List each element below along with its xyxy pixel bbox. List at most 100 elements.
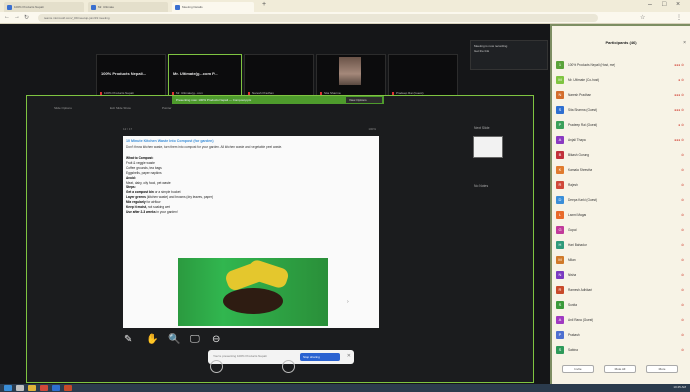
participant-row[interactable]: A Anil Rana (Guest) ⊘ bbox=[556, 315, 686, 326]
avatar: K bbox=[556, 166, 564, 174]
star-icon[interactable]: ☆ bbox=[640, 14, 645, 21]
powerpoint-icon[interactable] bbox=[64, 385, 72, 391]
participant-status-icons[interactable]: ⊘ bbox=[681, 198, 684, 202]
participant-row[interactable]: L Laxmi Magar ⊘ bbox=[556, 210, 686, 221]
participant-status-icons[interactable]: ⊘ bbox=[681, 183, 684, 187]
participant-row[interactable]: N Nisha ⊘ bbox=[556, 270, 686, 281]
new-tab-icon[interactable]: + bbox=[262, 1, 266, 8]
zoom-out-icon[interactable]: ⊖ bbox=[212, 334, 220, 345]
slide-line-text: or a simple bucket bbox=[153, 190, 181, 195]
participant-status-icons[interactable]: ●●● ⊘ bbox=[674, 93, 684, 97]
participant-tile[interactable]: Sita Sharma bbox=[316, 54, 386, 98]
participant-row[interactable]: R Ramesh Adhikari ⊘ bbox=[556, 285, 686, 296]
participant-row[interactable]: S Sunita ⊘ bbox=[556, 300, 686, 311]
pen-icon[interactable]: ✎ bbox=[124, 334, 132, 345]
minimize-icon[interactable]: – bbox=[648, 1, 652, 8]
participant-status-icons[interactable]: ⊘ bbox=[681, 348, 684, 352]
participant-status-icons[interactable]: ●●● ⊘ bbox=[674, 138, 684, 142]
slide-line-text: (kitchen waste) and browns (dry leaves, … bbox=[145, 195, 214, 200]
participant-row[interactable]: M Mr. Ultimate (Co-host) ● ⊘ bbox=[556, 75, 686, 86]
participant-status-icons[interactable]: ⊘ bbox=[681, 333, 684, 337]
participant-status-icons[interactable]: ⊘ bbox=[681, 303, 684, 307]
close-panel-icon[interactable]: × bbox=[683, 40, 686, 46]
participant-row[interactable]: 1 100% Products Nepali (Host, me) ●●● ⊘ bbox=[556, 60, 686, 71]
close-window-icon[interactable]: × bbox=[676, 1, 680, 8]
next-slide-thumbnail[interactable] bbox=[473, 136, 503, 158]
maximize-icon[interactable]: □ bbox=[662, 1, 666, 8]
close-icon[interactable]: ✕ bbox=[347, 353, 351, 359]
notification-link[interactable]: Get the link bbox=[474, 49, 544, 54]
participant-status-icons[interactable]: ⊘ bbox=[681, 168, 684, 172]
participant-status-icons[interactable]: ⊘ bbox=[681, 318, 684, 322]
participant-status-icons[interactable]: ⊘ bbox=[681, 213, 684, 217]
participant-row[interactable]: M Milan ⊘ bbox=[556, 255, 686, 266]
participant-status-icons[interactable]: ● ⊘ bbox=[678, 78, 684, 82]
view-options-button[interactable]: View Options bbox=[346, 97, 382, 103]
avatar: M bbox=[556, 76, 564, 84]
forward-icon[interactable]: → bbox=[14, 14, 20, 20]
url-field[interactable]: teams.microsoft.com/_#/l/meetup-join/19:… bbox=[38, 14, 598, 22]
participant-status-icons[interactable]: ⊘ bbox=[681, 153, 684, 157]
participant-tile[interactable]: Naresh Pradhan bbox=[244, 54, 314, 98]
mute-all-button[interactable]: Mute All bbox=[604, 365, 636, 373]
participant-tile[interactable]: Pradeep Rai (Guest) bbox=[388, 54, 458, 98]
reload-icon[interactable]: ↻ bbox=[24, 14, 29, 21]
start-icon[interactable] bbox=[4, 385, 12, 391]
participant-row[interactable]: S Sita Sharma (Guest) ●●● ⊘ bbox=[556, 105, 686, 116]
participant-row[interactable]: N Naresh Pradhan ●●● ⊘ bbox=[556, 90, 686, 101]
stop-sharing-button[interactable]: Stop sharing bbox=[300, 353, 340, 361]
participant-tile[interactable]: 100% Products Nepali... 100% Products Ne… bbox=[96, 54, 166, 98]
participant-row[interactable]: B Bikash Gurung ⊘ bbox=[556, 150, 686, 161]
avatar: S bbox=[556, 106, 564, 114]
slide-line-text: Coffee grounds, tea bags bbox=[126, 165, 162, 170]
windows-taskbar: 10:45 AM bbox=[0, 384, 690, 392]
slide-intro: Don't throw kitchen waste, turn them int… bbox=[126, 145, 283, 149]
browser-tab[interactable]: 100% Products Nepali bbox=[4, 2, 84, 12]
participant-row[interactable]: P Prakash ⊘ bbox=[556, 330, 686, 341]
participant-row[interactable]: D Deepa Karki (Guest) ⊘ bbox=[556, 195, 686, 206]
participant-status-icons[interactable]: ⊘ bbox=[681, 243, 684, 247]
next-slide-button[interactable] bbox=[282, 360, 295, 373]
participant-status-icons[interactable]: ⊘ bbox=[681, 273, 684, 277]
search-icon[interactable] bbox=[16, 385, 24, 391]
avatar: N bbox=[556, 91, 564, 99]
menu-icon[interactable]: ⋮ bbox=[676, 14, 682, 21]
slide-line-text: Meat, dairy, oily food, pet waste bbox=[126, 180, 171, 185]
zoom-app-icon[interactable] bbox=[52, 385, 60, 391]
participant-row[interactable]: P Pradeep Rai (Guest) ● ⊘ bbox=[556, 120, 686, 131]
invite-button[interactable]: Invite bbox=[562, 365, 594, 373]
zoom-icon[interactable]: 🔍 bbox=[168, 334, 180, 345]
screen-icon[interactable]: 🖵 bbox=[190, 334, 200, 345]
slide-line-bold: Avoid: bbox=[126, 175, 136, 180]
explorer-icon[interactable] bbox=[28, 385, 36, 391]
participant-row[interactable]: H Hari Bahadur ⊘ bbox=[556, 240, 686, 251]
participant-row[interactable]: A Anjali Thapa ●●● ⊘ bbox=[556, 135, 686, 146]
more-button[interactable]: More bbox=[646, 365, 678, 373]
participant-status-icons[interactable]: ⊘ bbox=[681, 288, 684, 292]
participant-row[interactable]: K Kamala Shrestha ⊘ bbox=[556, 165, 686, 176]
slide-options-button[interactable]: Slide Options bbox=[54, 106, 72, 110]
participant-status-icons[interactable]: ● ⊘ bbox=[678, 123, 684, 127]
participant-status-icons[interactable]: ⊘ bbox=[681, 258, 684, 262]
browser-tab[interactable]: Mr. Ultimate bbox=[88, 2, 168, 12]
participant-row[interactable]: S Sabina ⊘ bbox=[556, 345, 686, 356]
participant-row[interactable]: G Gopal ⊘ bbox=[556, 225, 686, 236]
avatar: P bbox=[556, 121, 564, 129]
chrome-icon[interactable] bbox=[40, 385, 48, 391]
participant-name: Sita Sharma (Guest) bbox=[568, 108, 598, 112]
participant-status-icons[interactable]: ⊘ bbox=[681, 228, 684, 232]
participant-row[interactable]: R Rajesh ⊘ bbox=[556, 180, 686, 191]
hand-icon[interactable]: ✋ bbox=[146, 334, 158, 345]
browser-tab-active[interactable]: Meeting Details bbox=[172, 2, 254, 12]
back-icon[interactable]: ← bbox=[4, 14, 10, 20]
slide-line-bold: Use after 2-3 weeks bbox=[126, 209, 156, 214]
pointer-button[interactable]: Pointer bbox=[162, 106, 172, 110]
tab-favicon-icon bbox=[175, 5, 180, 10]
prev-slide-button[interactable] bbox=[210, 360, 223, 373]
participant-tile-active[interactable]: Mr. Ultimate(g...com P... Mr. Ultimate(g… bbox=[168, 54, 242, 98]
participant-status-icons[interactable]: ●●● ⊘ bbox=[674, 63, 684, 67]
recording-notification[interactable]: Meeting is now recording Get the link bbox=[470, 40, 548, 70]
slide-arrow-icon[interactable]: › bbox=[347, 299, 349, 305]
participant-status-icons[interactable]: ●●● ⊘ bbox=[674, 108, 684, 112]
exit-slideshow-button[interactable]: Exit Slide Show bbox=[110, 106, 131, 110]
